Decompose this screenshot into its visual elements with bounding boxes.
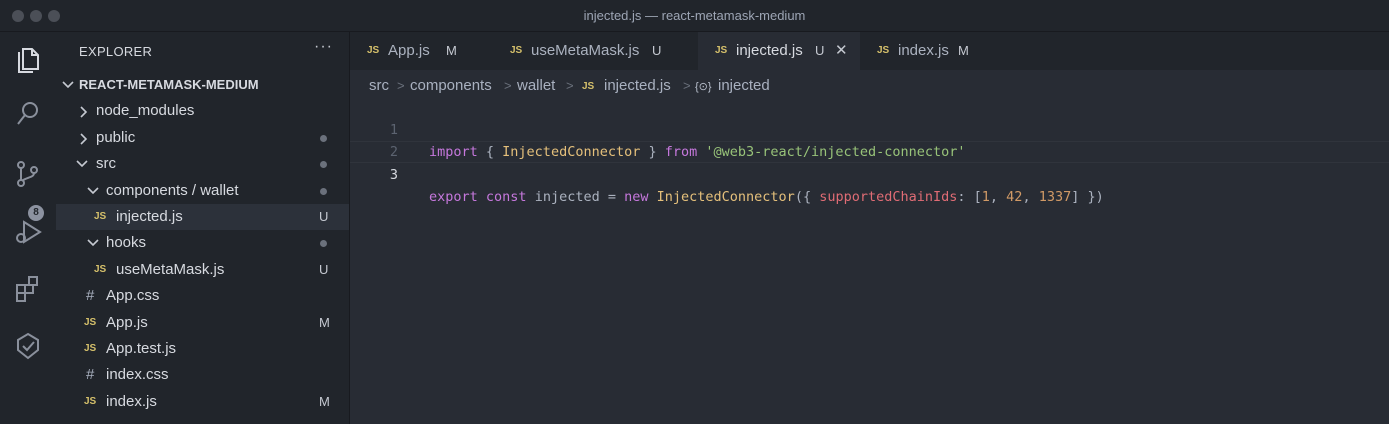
run-debug-icon[interactable] [12,216,44,248]
tree-item-label: App.js [106,314,148,331]
breadcrumb-symbol[interactable]: injected [718,77,770,94]
tree-item-components-wallet[interactable]: components / wallet [56,178,349,204]
tree-item-hooks[interactable]: hooks [56,230,349,256]
tab-usemetamask-js[interactable]: JS useMetaMask.js U [492,32,698,70]
modified-dot-icon [320,135,327,142]
js-file-icon: JS [582,81,595,92]
search-icon[interactable] [12,98,44,130]
css-file-icon: # [86,287,95,304]
chevron-right-icon [79,125,93,151]
window-title: injected.js — react-metamask-medium [583,8,806,23]
explorer-header: EXPLORER [79,44,153,59]
breadcrumb-components[interactable]: components [410,77,492,94]
tree-item-app-js[interactable]: JS App.js M [56,310,349,336]
untracked-status: U [319,209,329,224]
code-line: 2 [350,119,1389,160]
tree-item-public[interactable]: public [56,125,349,151]
tree-item-app-css[interactable]: # App.css [56,283,349,309]
activity-bar: 8 [0,32,56,424]
js-file-icon: JS [715,45,728,56]
editor-tab-bar: JS App.js M JS useMetaMask.js U JS injec… [350,32,1389,70]
js-file-icon: JS [84,396,97,407]
tree-item-label: node_modules [96,102,195,119]
code-line-current: 3 export const injected = new InjectedCo… [350,141,1389,205]
js-file-icon: JS [367,45,380,56]
tree-item-usemetamask-js[interactable]: JS useMetaMask.js U [56,257,349,283]
modified-dot-icon [320,240,327,247]
chevron-right-icon: > [397,78,405,93]
source-control-icon[interactable] [12,158,44,190]
tree-item-label: hooks [106,234,147,251]
tree-item-injected-js[interactable]: JS injected.js U [56,204,349,230]
chevron-down-icon [87,230,101,256]
js-file-icon: JS [84,343,97,354]
code-text: export const injected = new InjectedConn… [429,189,1104,205]
modified-dot-icon [320,188,327,195]
tab-status: M [446,43,457,58]
modified-status: M [319,394,330,409]
js-file-icon: JS [510,45,523,56]
breadcrumb-file[interactable]: injected.js [604,77,671,94]
symbol-variable-icon: {⊙} [695,81,712,93]
tree-item-label: src [96,155,116,172]
chevron-right-icon [79,98,93,124]
project-root-label: REACT-METAMASK-MEDIUM [79,77,259,92]
tree-item-index-js[interactable]: JS index.js M [56,389,349,415]
tree-item-label: App.css [106,287,160,304]
tab-index-js[interactable]: JS index.js M [860,32,986,70]
chevron-down-icon [76,151,90,177]
remote-icon[interactable] [12,330,44,362]
tab-status: U [652,43,662,58]
chevron-down-icon [62,72,76,98]
title-bar: injected.js — react-metamask-medium [0,0,1389,32]
code-editor[interactable]: 1 import { InjectedConnector } from '@we… [350,96,1389,424]
project-root-folder[interactable]: REACT-METAMASK-MEDIUM [56,72,349,98]
modified-dot-icon [320,161,327,168]
modified-status: M [319,315,330,330]
extensions-icon[interactable] [12,272,44,304]
tab-label: App.js [388,42,430,59]
tab-app-js[interactable]: JS App.js M [350,32,492,70]
line-number: 3 [389,167,398,183]
tab-label: useMetaMask.js [531,42,640,59]
files-icon[interactable] [12,42,44,74]
breadcrumb-wallet[interactable]: wallet [517,77,555,94]
tab-injected-js[interactable]: JS injected.js U ✕ [698,32,860,70]
explorer-sidebar: EXPLORER ··· REACT-METAMASK-MEDIUM node_… [56,32,350,424]
tree-item-label: App.test.js [106,340,177,357]
chevron-right-icon: > [504,78,512,93]
close-tab-icon[interactable]: ✕ [835,32,848,70]
js-file-icon: JS [94,211,107,222]
breadcrumb-src[interactable]: src [369,77,389,94]
js-file-icon: JS [84,317,97,328]
tab-label: injected.js [736,42,803,59]
tree-item-label: index.js [106,393,157,410]
tree-item-node-modules[interactable]: node_modules [56,98,349,124]
js-file-icon: JS [877,45,890,56]
tree-item-src[interactable]: src [56,151,349,177]
chevron-right-icon: > [683,78,691,93]
more-actions-button[interactable]: ··· [314,38,333,56]
js-file-icon: JS [94,264,107,275]
tab-status: U [815,43,825,58]
css-file-icon: # [86,366,95,383]
tree-item-label: useMetaMask.js [116,261,225,278]
tree-item-app-test-js[interactable]: JS App.test.js [56,336,349,362]
tree-item-label: injected.js [116,208,183,225]
chevron-down-icon [87,178,101,204]
tab-status: M [958,43,969,58]
tree-item-label: components / wallet [106,182,239,199]
code-line: 1 import { InjectedConnector } from '@we… [350,97,1389,160]
tree-item-index-css[interactable]: # index.css [56,362,349,388]
tree-item-label: index.css [106,366,169,383]
tree-item-label: public [96,129,136,146]
untracked-status: U [319,262,329,277]
tab-label: index.js [898,42,949,59]
chevron-right-icon: > [566,78,574,93]
